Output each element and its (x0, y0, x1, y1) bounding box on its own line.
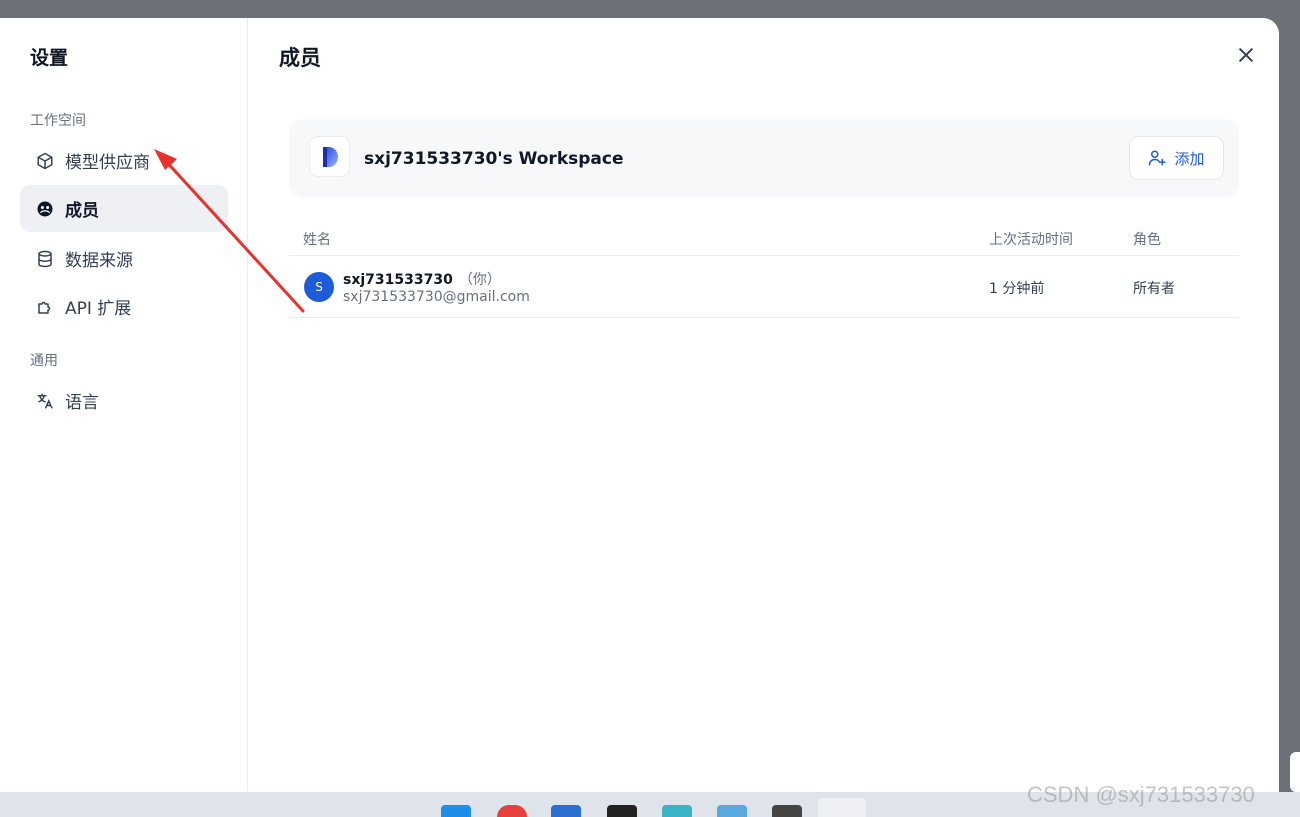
member-last-active: 1 分钟前 (989, 281, 1045, 297)
scroll-handle[interactable] (1290, 752, 1300, 792)
close-icon (1239, 48, 1253, 62)
sidebar-item-label: API 扩展 (65, 299, 132, 319)
translate-icon (36, 392, 54, 410)
header-name: 姓名 (303, 232, 331, 248)
sidebar-item-members[interactable]: 成员 (20, 185, 228, 232)
close-button[interactable] (1234, 43, 1258, 67)
header-role: 角色 (1133, 232, 1161, 248)
group-label-workspace: 工作空间 (30, 113, 86, 129)
sidebar-item-data-source[interactable]: 数据来源 (20, 235, 228, 282)
chrome-icon[interactable] (497, 805, 527, 817)
member-name-text: sxj731533730 (343, 272, 453, 288)
add-user-icon (1149, 150, 1167, 166)
app-icon[interactable] (772, 805, 802, 817)
sidebar-item-api-extension[interactable]: API 扩展 (20, 283, 228, 330)
group-label-general: 通用 (30, 353, 58, 369)
windows-start-icon[interactable] (441, 805, 471, 817)
page-title: 成员 (279, 46, 321, 70)
workspace-logo-icon (322, 146, 338, 167)
header-last-active: 上次活动时间 (989, 232, 1073, 248)
workspace-logo (309, 136, 350, 177)
table-row: S sxj731533730 （你） sxj731533730@gmail.com… (289, 256, 1239, 318)
members-icon (36, 200, 54, 218)
sidebar-item-label: 语言 (65, 393, 99, 413)
settings-modal: 设置 工作空间 模型供应商 成员 数据来源 API 扩展 通用 语言 成员 sx… (0, 18, 1279, 792)
sidebar-title: 设置 (30, 47, 69, 69)
member-name: sxj731533730 （你） (343, 269, 501, 289)
terminal-icon[interactable] (607, 805, 637, 817)
database-icon (36, 250, 54, 268)
sidebar-item-label: 成员 (65, 201, 99, 221)
app-icon[interactable] (662, 805, 692, 817)
sidebar-item-label: 数据来源 (65, 251, 133, 271)
settings-sidebar: 设置 工作空间 模型供应商 成员 数据来源 API 扩展 通用 语言 (0, 18, 248, 792)
sidebar-item-language[interactable]: 语言 (20, 377, 228, 424)
member-you-tag: （你） (458, 272, 501, 288)
add-member-button[interactable]: 添加 (1129, 136, 1224, 180)
app-icon[interactable] (717, 805, 747, 817)
workspace-name: sxj731533730's Workspace (364, 149, 624, 169)
members-table-header: 姓名 上次活动时间 角色 (289, 218, 1239, 256)
sidebar-item-label: 模型供应商 (65, 153, 150, 173)
sidebar-item-model-provider[interactable]: 模型供应商 (20, 137, 228, 184)
member-email: sxj731533730@gmail.com (343, 289, 530, 305)
word-icon[interactable] (551, 805, 581, 817)
member-role: 所有者 (1133, 281, 1175, 297)
add-member-label: 添加 (1174, 149, 1205, 168)
wechat-icon[interactable] (818, 798, 866, 817)
cube-icon (36, 152, 54, 170)
avatar: S (304, 272, 334, 302)
puzzle-icon (36, 298, 54, 316)
watermark: CSDN @sxj731533730 (1027, 782, 1255, 807)
workspace-card: sxj731533730's Workspace 添加 (289, 119, 1239, 197)
